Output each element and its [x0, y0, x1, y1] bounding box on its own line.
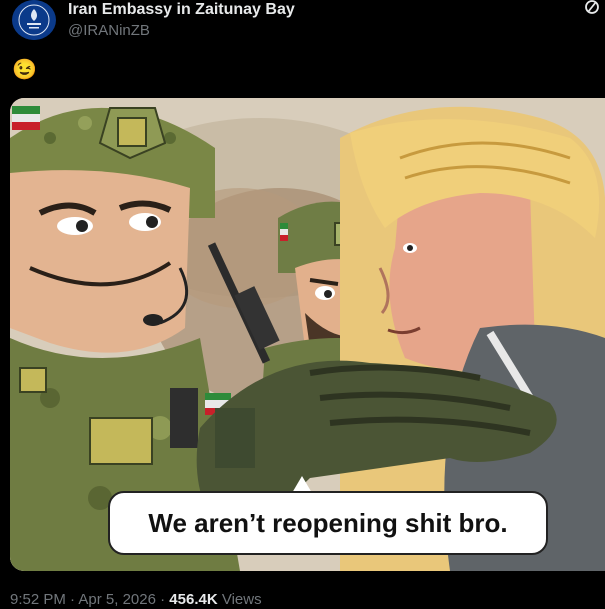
tweet-header: Iran Embassy in Zaitunay Bay @IRANinZB: [10, 0, 600, 44]
tweet-meta: 9:52 PM · Apr 5, 2026 · 456.4K Views: [10, 590, 262, 609]
speech-bubble-caption: We aren’t reopening shit bro.: [108, 491, 548, 555]
meta-separator: ·: [160, 591, 166, 608]
tweet-time[interactable]: 9:52 PM: [10, 591, 66, 608]
views-count[interactable]: 456.4K: [169, 591, 217, 608]
embassy-emblem-icon: [14, 0, 54, 40]
meta-separator: ·: [70, 591, 76, 608]
display-name[interactable]: Iran Embassy in Zaitunay Bay: [68, 1, 295, 19]
avatar[interactable]: [12, 0, 56, 40]
views-label: Views: [221, 591, 262, 608]
user-handle[interactable]: @IRANinZB: [68, 22, 150, 39]
tweet-container: Iran Embassy in Zaitunay Bay @IRANinZB 😉: [0, 0, 605, 609]
grok-icon[interactable]: [582, 0, 602, 18]
tweet-text-emoji: 😉: [12, 59, 37, 81]
tweet-date[interactable]: Apr 5, 2026: [78, 591, 156, 608]
